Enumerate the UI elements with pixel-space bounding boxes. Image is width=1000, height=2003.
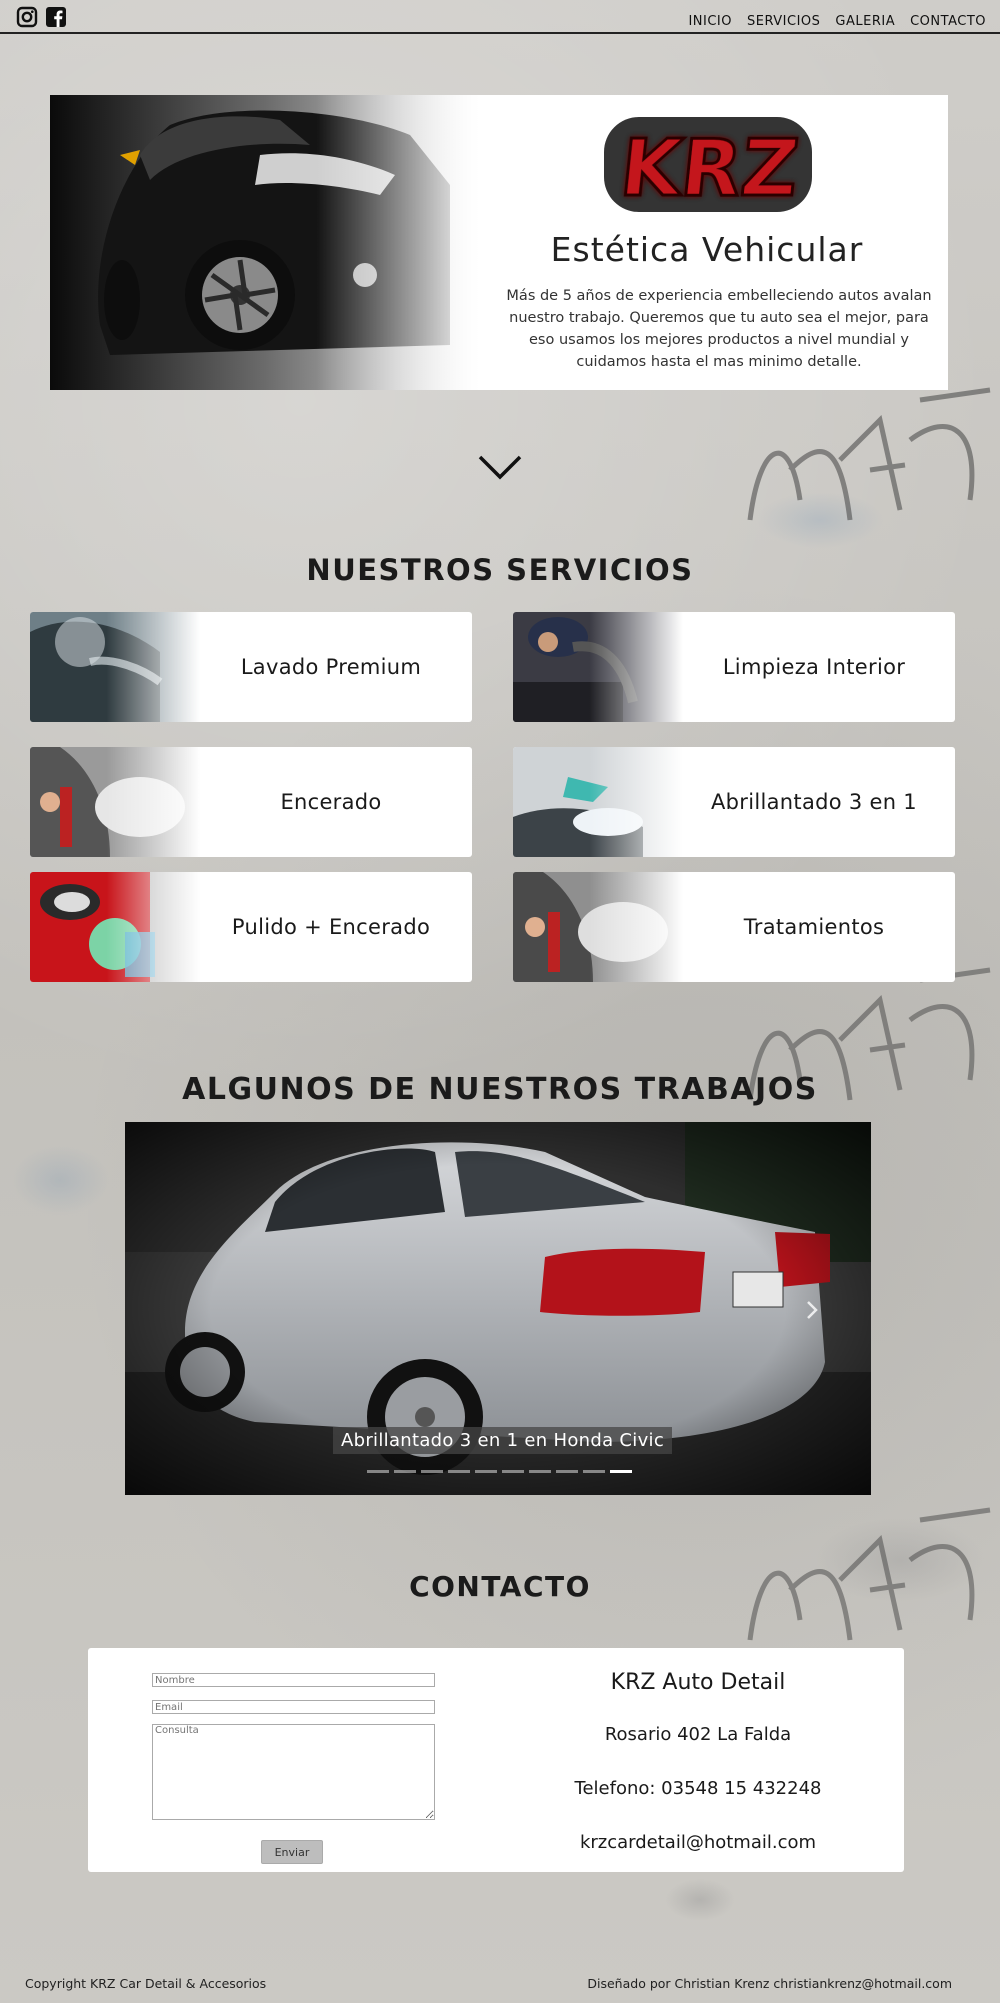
service-card-tratamientos[interactable]: Tratamientos [513, 872, 955, 982]
business-address: Rosario 402 La Falda [604, 1724, 792, 1745]
slider-dot[interactable] [367, 1470, 389, 1473]
slider-dot[interactable] [502, 1470, 524, 1473]
message-field[interactable] [152, 1724, 435, 1820]
main-nav: INICIO SERVICIOS GALERIA CONTACTO [688, 14, 986, 29]
business-name: KRZ Auto Detail [610, 1670, 786, 1695]
slider-dot-active[interactable] [610, 1470, 632, 1473]
works-title: ALGUNOS DE NUESTROS TRABAJOS [182, 1072, 818, 1107]
service-label: Encerado [280, 790, 382, 814]
hero-banner: KRZ Estética Vehicular Más de 5 años de … [50, 95, 948, 390]
service-card-abrillantado[interactable]: Abrillantado 3 en 1 [513, 747, 955, 857]
scroll-down-chevron-icon[interactable] [477, 453, 523, 481]
service-label: Abrillantado 3 en 1 [711, 790, 917, 814]
instagram-icon[interactable] [16, 6, 38, 28]
service-label: Tratamientos [743, 915, 885, 939]
service-card-encerado[interactable]: Encerado [30, 747, 472, 857]
service-label: Limpieza Interior [722, 655, 906, 679]
top-bar: INICIO SERVICIOS GALERIA CONTACTO [0, 0, 1000, 34]
slider-dot[interactable] [394, 1470, 416, 1473]
slide-next-arrow-icon[interactable] [805, 1300, 819, 1320]
service-card-limpieza-interior[interactable]: Limpieza Interior [513, 612, 955, 722]
name-field[interactable] [152, 1673, 435, 1687]
footer: Copyright KRZ Car Detail & Accesorios Di… [0, 1973, 1000, 1995]
contact-title: CONTACTO [409, 1570, 591, 1603]
slider-dot[interactable] [421, 1470, 443, 1473]
email-field[interactable] [152, 1700, 435, 1714]
hero-car-image [50, 95, 480, 390]
hero-description: Más de 5 años de experiencia embellecien… [506, 288, 932, 370]
slider-dots [367, 1470, 632, 1473]
svg-text:KRZ: KRZ [616, 123, 803, 214]
slider-dot[interactable] [583, 1470, 605, 1473]
service-card-pulido[interactable]: Pulido + Encerado [30, 872, 472, 982]
nav-galeria[interactable]: GALERIA [835, 14, 895, 29]
nav-servicios[interactable]: SERVICIOS [747, 14, 820, 29]
graffiti-decoration [747, 387, 991, 521]
send-button[interactable]: Enviar [261, 1840, 323, 1864]
slider-dot[interactable] [475, 1470, 497, 1473]
services-title: NUESTROS SERVICIOS [306, 553, 694, 587]
service-image [513, 872, 683, 982]
service-image [30, 872, 200, 982]
service-label: Pulido + Encerado [231, 915, 431, 939]
service-image [513, 747, 683, 857]
nav-contacto[interactable]: CONTACTO [910, 14, 986, 29]
hero-title: Estética Vehicular [550, 230, 864, 269]
service-image [30, 747, 200, 857]
business-email: krzcardetail@hotmail.com [579, 1832, 817, 1853]
contact-panel: Enviar KRZ Auto Detail Rosario 402 La Fa… [88, 1648, 904, 1872]
facebook-icon[interactable] [45, 6, 67, 28]
slider-dot[interactable] [556, 1470, 578, 1473]
slider-dot[interactable] [529, 1470, 551, 1473]
krz-logo: KRZ [604, 117, 812, 215]
service-label: Lavado Premium [240, 655, 422, 679]
service-image [513, 612, 683, 722]
footer-credit: Diseñado por Christian Krenz christiankr… [587, 1976, 952, 1991]
service-card-lavado[interactable]: Lavado Premium [30, 612, 472, 722]
footer-copyright: Copyright KRZ Car Detail & Accesorios [25, 1976, 267, 1991]
slider-dot[interactable] [448, 1470, 470, 1473]
business-phone: Telefono: 03548 15 432248 [574, 1778, 822, 1799]
slide-caption: Abrillantado 3 en 1 en Honda Civic [333, 1427, 673, 1454]
works-slider[interactable]: Abrillantado 3 en 1 en Honda Civic [125, 1122, 871, 1495]
service-image [30, 612, 200, 722]
nav-inicio[interactable]: INICIO [688, 14, 732, 29]
